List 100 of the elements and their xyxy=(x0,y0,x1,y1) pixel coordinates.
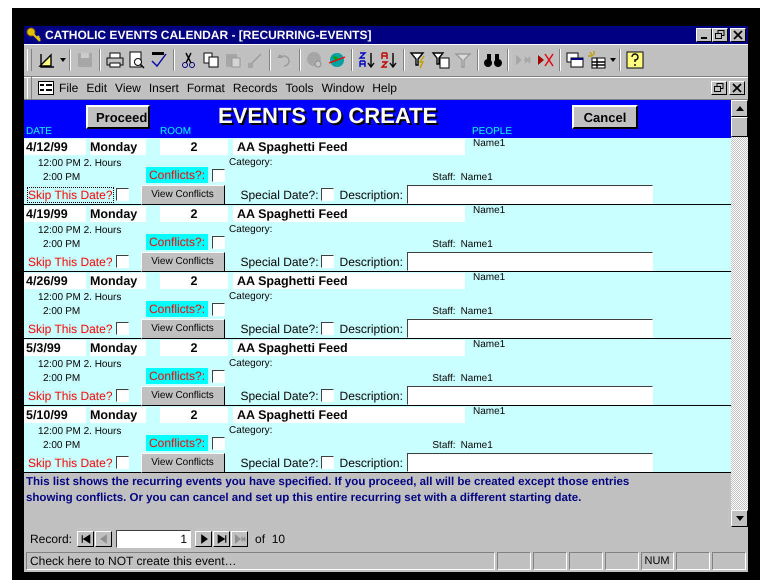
status-panel xyxy=(676,552,710,570)
cancel-button[interactable]: Cancel xyxy=(572,105,638,129)
description-field[interactable] xyxy=(406,386,653,405)
view-conflicts-button[interactable]: View Conflicts xyxy=(140,386,224,406)
menu-item[interactable]: Records xyxy=(230,81,281,95)
sort-ascending-icon[interactable] xyxy=(357,50,377,70)
day-field[interactable]: Monday xyxy=(90,206,146,222)
description-field[interactable] xyxy=(406,185,653,204)
day-field[interactable]: Monday xyxy=(90,139,146,155)
room-field[interactable]: 2 xyxy=(160,206,228,222)
scroll-up-button[interactable] xyxy=(731,100,748,117)
checkbox[interactable] xyxy=(116,456,128,469)
checkbox[interactable] xyxy=(212,370,226,382)
date-field[interactable]: 4/19/99 xyxy=(24,206,86,222)
scroll-down-button[interactable] xyxy=(731,510,748,527)
status-panel xyxy=(604,552,638,570)
view-conflicts-button[interactable]: View Conflicts xyxy=(140,184,224,204)
checkbox[interactable] xyxy=(116,322,128,335)
printer-icon[interactable] xyxy=(105,50,125,70)
scroll-thumb[interactable] xyxy=(731,117,748,137)
room-field[interactable]: 2 xyxy=(160,340,228,356)
date-field[interactable]: 5/10/99 xyxy=(24,407,86,423)
column-label: PEOPLE xyxy=(472,126,512,137)
record-number-field[interactable]: 1 xyxy=(116,530,192,548)
menu-item[interactable]: File xyxy=(56,81,82,95)
menu-item[interactable]: Tools xyxy=(282,81,317,95)
sort-descending-icon[interactable] xyxy=(379,50,399,70)
last-record-icon xyxy=(216,533,228,545)
table-icon[interactable] xyxy=(587,50,607,70)
caret-icon[interactable] xyxy=(610,58,616,62)
checkbox[interactable] xyxy=(116,188,128,201)
checkbox[interactable] xyxy=(212,168,226,182)
close-button[interactable] xyxy=(730,28,746,42)
nav-button[interactable] xyxy=(77,531,94,547)
scrollbar[interactable] xyxy=(731,100,748,527)
nav-button[interactable] xyxy=(213,531,230,547)
copy-icon[interactable] xyxy=(201,50,221,70)
up-arrow-icon xyxy=(736,106,744,111)
date-field[interactable]: 4/12/99 xyxy=(24,139,86,155)
event-title-field[interactable]: AA Spaghetti Feed xyxy=(233,273,465,289)
minimize-button[interactable] xyxy=(696,28,712,42)
time-text: 12:00 PM 2. Hours xyxy=(37,225,122,236)
status-indicator: NUM xyxy=(640,552,674,570)
windows-icon[interactable] xyxy=(565,50,585,70)
nav-button[interactable] xyxy=(195,531,212,547)
checkbox[interactable] xyxy=(212,302,226,316)
spelling-icon[interactable] xyxy=(149,50,169,70)
event-title-field[interactable]: AA Spaghetti Feed xyxy=(233,139,465,155)
menu-item[interactable]: Window xyxy=(318,81,368,95)
description-field[interactable] xyxy=(406,453,653,472)
close-button[interactable] xyxy=(729,81,745,95)
form-icon[interactable] xyxy=(38,81,54,95)
room-field[interactable]: 2 xyxy=(160,273,228,289)
view-conflicts-button[interactable]: View Conflicts xyxy=(140,452,224,472)
restore-button[interactable] xyxy=(711,81,727,95)
nav-button[interactable] xyxy=(231,531,248,547)
view-conflicts-button[interactable]: View Conflicts xyxy=(140,318,224,338)
skip-date-label: Skip This Date? xyxy=(27,388,114,404)
record-label: Record: xyxy=(30,532,72,546)
description-field[interactable] xyxy=(406,252,653,271)
help-icon[interactable] xyxy=(625,50,645,70)
menu-item[interactable]: Insert xyxy=(146,81,182,95)
event-title-field[interactable]: AA Spaghetti Feed xyxy=(233,340,465,356)
caret-icon[interactable] xyxy=(60,58,66,62)
print-preview-icon[interactable] xyxy=(127,50,147,70)
room-field[interactable]: 2 xyxy=(160,407,228,423)
checkbox[interactable] xyxy=(320,389,334,402)
event-title-field[interactable]: AA Spaghetti Feed xyxy=(233,407,465,423)
view-conflicts-button[interactable]: View Conflicts xyxy=(140,252,224,272)
day-field[interactable]: Monday xyxy=(90,407,146,423)
menu-item[interactable]: Format xyxy=(184,81,228,95)
skip-date-label: Skip This Date? xyxy=(27,254,114,270)
close-icon xyxy=(733,30,743,40)
checkbox[interactable] xyxy=(212,436,226,450)
menu-item[interactable]: Edit xyxy=(83,81,110,95)
checkbox[interactable] xyxy=(320,456,334,469)
checkbox[interactable] xyxy=(320,322,334,335)
checkbox[interactable] xyxy=(116,255,128,268)
day-field[interactable]: Monday xyxy=(90,273,146,289)
menu-item[interactable]: View xyxy=(112,81,144,95)
menu-item[interactable]: Help xyxy=(369,81,400,95)
day-field[interactable]: Monday xyxy=(90,340,146,356)
date-field[interactable]: 4/26/99 xyxy=(24,273,86,289)
checkbox[interactable] xyxy=(320,188,334,201)
checkbox[interactable] xyxy=(212,236,226,248)
filter-form-icon[interactable] xyxy=(431,50,451,70)
staff-name: Name1 xyxy=(460,440,493,451)
nav-button[interactable] xyxy=(95,531,112,547)
globe-icon[interactable] xyxy=(327,50,347,70)
date-field[interactable]: 5/3/99 xyxy=(24,340,86,356)
room-field[interactable]: 2 xyxy=(160,139,228,155)
event-title-field[interactable]: AA Spaghetti Feed xyxy=(233,206,465,222)
status-panel xyxy=(712,552,746,570)
description-label: Description: xyxy=(340,188,403,202)
proceed-button[interactable]: Proceed xyxy=(86,105,150,129)
checkbox[interactable] xyxy=(116,389,128,402)
status-panel xyxy=(532,552,567,570)
description-field[interactable] xyxy=(406,319,653,338)
restore-button[interactable] xyxy=(712,28,728,42)
checkbox[interactable] xyxy=(320,255,334,268)
